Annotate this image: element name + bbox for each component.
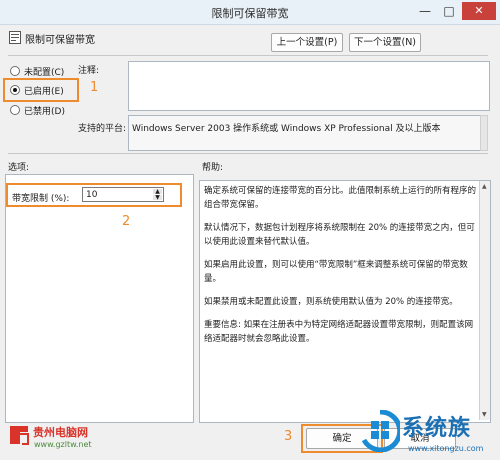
supported-label: 支持的平台:: [78, 124, 127, 134]
radio-circle: [10, 105, 20, 115]
left-watermark-url: www.gzltw.net: [34, 440, 92, 449]
divider: [8, 55, 488, 56]
radio-label: 已禁用(D): [24, 107, 65, 117]
annotation-number-3: 3: [284, 429, 293, 444]
radio-label: 未配置(C): [24, 68, 65, 78]
comment-textarea[interactable]: [128, 61, 490, 111]
scroll-down-icon[interactable]: ▼: [482, 411, 487, 418]
supported-platform-text: Windows Server 2003 操作系统或 Windows XP Pro…: [132, 124, 441, 134]
radio-disabled[interactable]: 已禁用(D): [10, 104, 70, 117]
help-text: 确定系统可保留的连接带宽的百分比。此值限制系统上运行的所有程序的组合带宽保留。 …: [204, 184, 477, 355]
supported-scrollbar[interactable]: [480, 115, 488, 151]
help-paragraph: 重要信息: 如果在注册表中为特定网络适配器设置带宽限制，则配置该网络适配器时就会…: [204, 320, 474, 344]
options-section-label: 选项:: [8, 163, 30, 173]
help-scrollbar[interactable]: ▲ ▼: [479, 181, 490, 420]
minimize-button[interactable]: —: [414, 3, 436, 19]
help-paragraph: 默认情况下，数据包计划程序将系统限制在 20% 的连接带宽之内，但可以使用此设置…: [204, 223, 475, 247]
gzltw-logo-icon: [8, 422, 30, 448]
close-button[interactable]: ✕: [462, 2, 496, 20]
right-watermark-brand: 系统族: [402, 416, 472, 441]
highlight-box-1: [3, 78, 79, 102]
next-setting-button[interactable]: 下一个设置(N): [349, 33, 421, 52]
left-watermark-brand: 贵州电脑网: [33, 426, 88, 439]
windows-logo-icon: [360, 409, 403, 453]
prev-setting-button[interactable]: 上一个设置(P): [271, 33, 343, 52]
right-watermark-url: www.xitongzu.com: [408, 444, 484, 453]
annotation-number-2: 2: [122, 214, 131, 229]
comment-label: 注释:: [78, 66, 100, 76]
divider: [8, 153, 488, 154]
help-paragraph: 如果启用此设置，则可以使用“带宽限制”框来调整系统可保留的带宽数量。: [204, 260, 468, 284]
help-section-label: 帮助:: [202, 163, 224, 173]
options-panel: [5, 174, 194, 423]
radio-circle: [10, 66, 20, 76]
radio-not-configured[interactable]: 未配置(C): [10, 65, 70, 78]
scroll-up-icon[interactable]: ▲: [482, 183, 487, 190]
policy-setting-icon: [9, 31, 21, 44]
help-paragraph: 如果禁用或未配置此设置，则系统使用默认值为 20% 的连接带宽。: [204, 297, 458, 307]
maximize-button[interactable]: □: [438, 3, 460, 19]
annotation-number-1: 1: [90, 80, 99, 95]
help-paragraph: 确定系统可保留的连接带宽的百分比。此值限制系统上运行的所有程序的组合带宽保留。: [204, 186, 477, 210]
policy-name: 限制可保留带宽: [25, 35, 95, 46]
highlight-box-2: [6, 183, 182, 207]
supported-platform-box: Windows Server 2003 操作系统或 Windows XP Pro…: [128, 115, 481, 151]
help-panel: 确定系统可保留的连接带宽的百分比。此值限制系统上运行的所有程序的组合带宽保留。 …: [199, 180, 491, 423]
